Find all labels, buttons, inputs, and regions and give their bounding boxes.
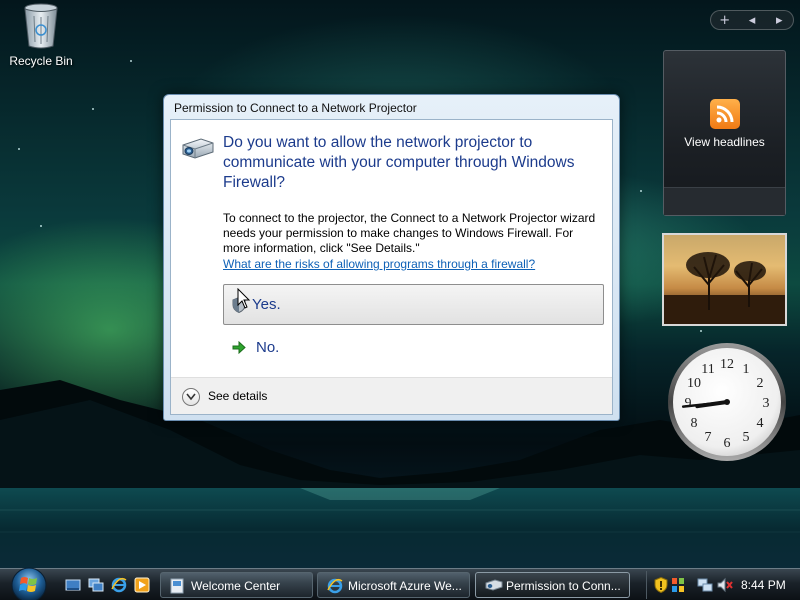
yes-command-button[interactable]: Yes.	[223, 284, 604, 325]
no-label: No.	[256, 339, 280, 356]
task-label: Permission to Conn...	[506, 579, 621, 593]
tree-sunset-photo	[664, 252, 785, 324]
windows-security-icon[interactable]	[671, 577, 685, 593]
recycle-bin-label: Recycle Bin	[9, 54, 73, 68]
next-page-button[interactable]: ▸	[769, 13, 789, 28]
sidebar-controls: + ◂ ▸	[710, 10, 794, 30]
star	[700, 330, 702, 332]
notification-area: 8:44 PM	[646, 571, 798, 599]
clock-numeral: 6	[724, 436, 731, 451]
recycle-bin[interactable]: Recycle Bin	[6, 2, 76, 68]
clock-numeral: 9	[685, 396, 692, 411]
network-icon[interactable]	[697, 577, 713, 593]
star	[130, 60, 132, 62]
clock-gadget[interactable]: 12 1 2 3 4 5 6 7 8 9 10 11	[666, 341, 788, 463]
chevron-down-icon	[186, 393, 196, 401]
switch-windows-icon[interactable]	[88, 577, 104, 593]
clock-numeral: 3	[763, 396, 770, 411]
dialog-body-text: To connect to the projector, the Connect…	[223, 211, 596, 255]
volume-muted-icon[interactable]	[717, 577, 733, 593]
projector-icon	[485, 579, 503, 591]
internet-explorer-icon[interactable]	[111, 577, 127, 593]
gadget-footer	[664, 187, 785, 215]
green-arrow-icon	[232, 341, 246, 354]
clock-numeral: 11	[701, 362, 714, 377]
star	[40, 225, 42, 227]
dialog-footer: See details	[171, 377, 612, 414]
view-headlines-label: View headlines	[684, 135, 765, 149]
feed-headlines-gadget[interactable]: View headlines	[663, 50, 786, 216]
firewall-permission-dialog: Permission to Connect to a Network Proje…	[163, 94, 620, 421]
firewall-risks-link[interactable]: What are the risks of allowing programs …	[223, 257, 535, 271]
slideshow-gadget[interactable]	[662, 233, 787, 326]
dialog-content: Do you want to allow the network project…	[170, 119, 613, 415]
start-button[interactable]	[10, 566, 48, 600]
taskbar-clock[interactable]: 8:44 PM	[741, 578, 786, 592]
task-label: Welcome Center	[191, 579, 281, 593]
clock-numeral: 2	[757, 376, 764, 391]
previous-page-button[interactable]: ◂	[742, 13, 762, 28]
security-shield-icon[interactable]	[654, 577, 668, 593]
clock-numeral: 12	[720, 357, 734, 372]
recycle-bin-icon	[24, 3, 58, 49]
main-instruction: Do you want to allow the network project…	[223, 134, 575, 191]
taskbar: Welcome Center Microsoft Azure We... Per…	[0, 566, 800, 600]
projector-icon	[182, 138, 214, 159]
clock-numeral: 5	[743, 430, 750, 445]
welcome-center-icon	[170, 578, 184, 594]
show-desktop-icon[interactable]	[65, 577, 81, 593]
clock-numeral: 4	[757, 416, 764, 431]
rss-icon	[709, 99, 740, 129]
star	[18, 148, 20, 150]
clock-numeral: 7	[705, 430, 712, 445]
clock-numeral: 10	[687, 376, 701, 391]
taskbar-button-welcome-center[interactable]: Welcome Center	[160, 572, 313, 598]
taskbar-button-internet-explorer[interactable]: Microsoft Azure We...	[317, 572, 470, 598]
media-player-icon[interactable]	[134, 577, 150, 593]
star	[92, 108, 94, 110]
taskbar-button-permission-dialog[interactable]: Permission to Conn...	[475, 572, 630, 598]
dialog-title[interactable]: Permission to Connect to a Network Proje…	[164, 95, 619, 119]
see-details-label[interactable]: See details	[208, 389, 267, 403]
clock-numeral: 1	[743, 362, 750, 377]
clock-numeral: 8	[691, 416, 698, 431]
task-label: Microsoft Azure We...	[348, 579, 462, 593]
internet-explorer-icon	[327, 578, 343, 594]
expand-details-button[interactable]	[182, 388, 200, 406]
no-command-button[interactable]: No.	[223, 333, 423, 363]
star	[640, 190, 642, 192]
add-gadget-button[interactable]: +	[715, 13, 735, 28]
yes-label: Yes.	[252, 296, 281, 313]
mouse-cursor-icon	[237, 288, 251, 309]
